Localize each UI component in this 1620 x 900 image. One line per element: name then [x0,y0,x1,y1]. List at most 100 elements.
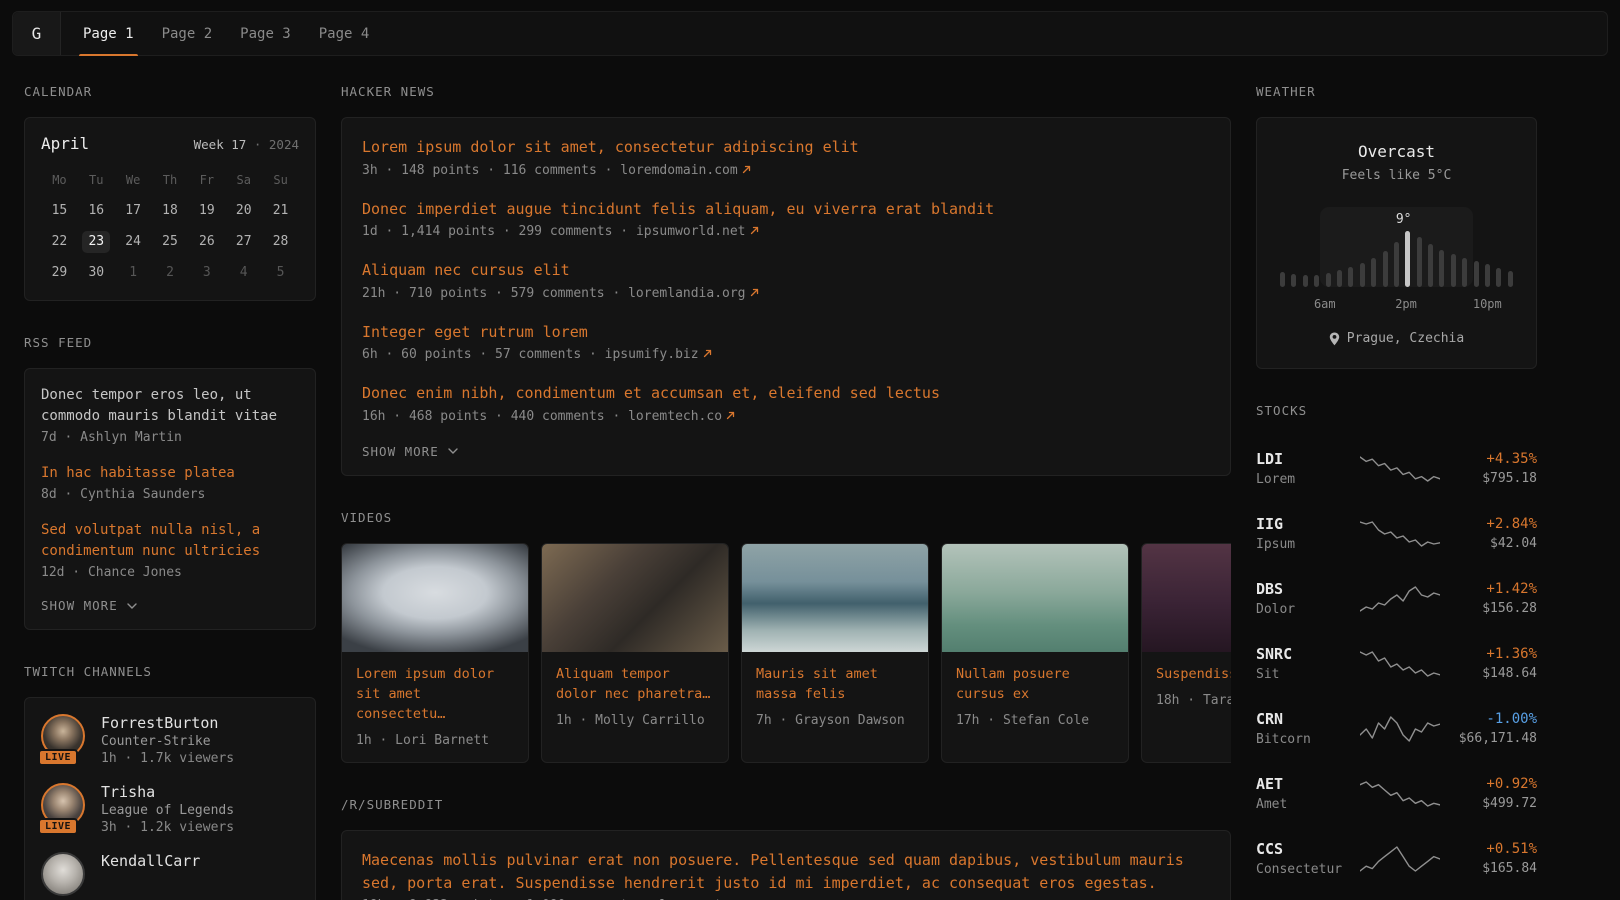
video-body: Lorem ipsum dolor sit amet consectetu… 1… [342,652,528,763]
video-meta: 1h · Lori Barnett [356,733,514,748]
calendar-dow: Th [152,173,189,191]
weather-bar [1428,244,1433,287]
calendar-day: 28 [262,231,299,253]
reddit-post-link[interactable]: Maecenas mollis pulvinar erat non posuer… [362,849,1210,894]
rss-section: RSS FEED Donec tempor eros leo, ut commo… [24,335,316,630]
stock-left: LDI Lorem [1256,450,1348,487]
channel-info: Trisha League of Legends 3h · 1.2k viewe… [101,783,234,835]
stock-row[interactable]: DBS Dolor +1.42% $156.28 [1256,566,1537,631]
weather-time-labels: 6am 2pm 10pm [1277,297,1516,313]
weather-location: Prague, Czechia [1277,331,1516,346]
hn-source-link[interactable]: loremlandia.org [628,286,745,301]
video-card[interactable]: Suspendisse diam 18h · Tara [1141,543,1231,764]
video-card[interactable]: Lorem ipsum dolor sit amet consectetu… 1… [341,543,529,764]
rss-item: Donec tempor eros leo, ut commodo mauris… [41,385,299,445]
hn-item: Donec imperdiet augue tincidunt felis al… [362,198,1210,240]
rss-item-link[interactable]: In hac habitasse platea [41,463,299,484]
weather-bar [1280,272,1285,287]
hn-item-link[interactable]: Donec enim nibh, condimentum et accumsan… [362,382,1210,405]
stock-sparkline [1360,519,1440,549]
stock-name: Dolor [1256,602,1348,617]
stock-sparkline [1360,714,1440,744]
hn-item-link[interactable]: Donec imperdiet augue tincidunt felis al… [362,198,1210,221]
hn-item-link[interactable]: Aliquam nec cursus elit [362,259,1210,282]
stock-right: +1.42% $156.28 [1451,581,1537,616]
subreddit-section: /R/SUBREDDIT Maecenas mollis pulvinar er… [341,797,1231,900]
rss-show-more-button[interactable]: SHOW MORE [41,598,299,613]
video-title[interactable]: Suspendisse diam [1156,664,1231,684]
stock-right: +2.84% $42.04 [1451,516,1537,551]
twitch-widget: LIVE ForrestBurton Counter-Strike 1h · 1… [24,697,316,900]
channel-meta: 1h · 1.7k viewers [101,751,234,766]
calendar-section-title: CALENDAR [24,84,316,99]
hn-source-link[interactable]: ipsumworld.net [636,224,746,239]
weather-bar [1326,273,1331,287]
stock-row[interactable]: AHS +0.46% [1256,891,1537,900]
stock-row[interactable]: IIG Ipsum +2.84% $42.04 [1256,501,1537,566]
stock-right: +4.35% $795.18 [1451,451,1537,486]
stock-symbol: CCS [1256,840,1348,858]
calendar-dow: Mo [41,173,78,191]
hn-item: Aliquam nec cursus elit 21h · 710 points… [362,259,1210,301]
calendar-header: April Week 17 · 2024 [41,134,299,153]
stock-right: -1.00% $66,171.48 [1451,711,1537,746]
video-card[interactable]: Aliquam tempor dolor nec pharetra… 1h · … [541,543,729,764]
hn-show-more-button[interactable]: SHOW MORE [362,444,1210,459]
stock-row[interactable]: LDI Lorem +4.35% $795.18 [1256,436,1537,501]
hn-item-link[interactable]: Lorem ipsum dolor sit amet, consectetur … [362,136,1210,159]
stock-left: SNRC Sit [1256,645,1348,682]
twitch-channel-row[interactable]: LIVE Trisha League of Legends 3h · 1.2k … [41,783,299,835]
video-card[interactable]: Mauris sit amet massa felis 7h · Grayson… [741,543,929,764]
subreddit-section-title: /R/SUBREDDIT [341,797,1231,812]
twitch-channel-row[interactable]: LIVE ForrestBurton Counter-Strike 1h · 1… [41,714,299,766]
hackernews-widget: Lorem ipsum dolor sit amet, consectetur … [341,117,1231,476]
twitch-channel-row[interactable]: KendallCarr [41,852,299,898]
weather-chart: 9° [1277,207,1516,287]
stock-row[interactable]: SNRC Sit +1.36% $148.64 [1256,631,1537,696]
calendar-day: 21 [262,200,299,222]
tab-page-2[interactable]: Page 2 [148,12,227,55]
stock-symbol: SNRC [1256,645,1348,663]
stock-change: +1.36% [1451,646,1537,662]
map-pin-icon [1329,332,1340,346]
hn-source-link[interactable]: loremtech.co [628,409,722,424]
page-tabs: Page 1 Page 2 Page 3 Page 4 [69,12,383,55]
video-title[interactable]: Nullam posuere cursus ex [956,664,1114,705]
tab-page-3[interactable]: Page 3 [226,12,305,55]
calendar-dow: Tu [78,173,115,191]
calendar-day: 29 [41,262,78,284]
stock-price: $795.18 [1451,471,1537,486]
tab-page-1[interactable]: Page 1 [69,12,148,55]
stock-row[interactable]: CRN Bitcorn -1.00% $66,171.48 [1256,696,1537,761]
weather-bar [1485,264,1490,287]
hn-source-link[interactable]: loremdomain.com [620,163,737,178]
calendar-day: 19 [188,200,225,222]
stock-sparkline [1360,649,1440,679]
stock-symbol: CRN [1256,710,1348,728]
rss-item-link[interactable]: Donec tempor eros leo, ut commodo mauris… [41,385,299,427]
hn-item-link[interactable]: Integer eget rutrum lorem [362,321,1210,344]
video-title[interactable]: Aliquam tempor dolor nec pharetra… [556,664,714,705]
stock-price: $165.84 [1451,861,1537,876]
stock-right: +1.36% $148.64 [1451,646,1537,681]
calendar-day: 30 [78,262,115,284]
video-title[interactable]: Lorem ipsum dolor sit amet consectetu… [356,664,514,725]
stock-row[interactable]: CCS Consectetur +0.51% $165.84 [1256,826,1537,891]
hn-item: Lorem ipsum dolor sit amet, consectetur … [362,136,1210,178]
avatar-wrap: LIVE [41,714,87,760]
video-title[interactable]: Mauris sit amet massa felis [756,664,914,705]
stock-row[interactable]: AET Amet +0.92% $499.72 [1256,761,1537,826]
hackernews-section-title: HACKER NEWS [341,84,1231,99]
stock-change: +4.35% [1451,451,1537,467]
right-column: WEATHER Overcast Feels like 5°C 9° 6am 2… [1256,84,1537,900]
rss-item-link[interactable]: Sed volutpat nulla nisl, a condimentum n… [41,520,299,562]
stock-symbol: IIG [1256,515,1348,533]
stocks-section-title: STOCKS [1256,403,1537,418]
weather-bar [1383,251,1388,287]
channel-avatar [41,852,85,896]
hn-source-link[interactable]: ipsumify.biz [605,347,699,362]
tab-page-4[interactable]: Page 4 [305,12,384,55]
video-card[interactable]: Nullam posuere cursus ex 17h · Stefan Co… [941,543,1129,764]
twitch-section: TWITCH CHANNELS LIVE ForrestBurton Count… [24,664,316,900]
channel-name: KendallCarr [101,852,200,870]
